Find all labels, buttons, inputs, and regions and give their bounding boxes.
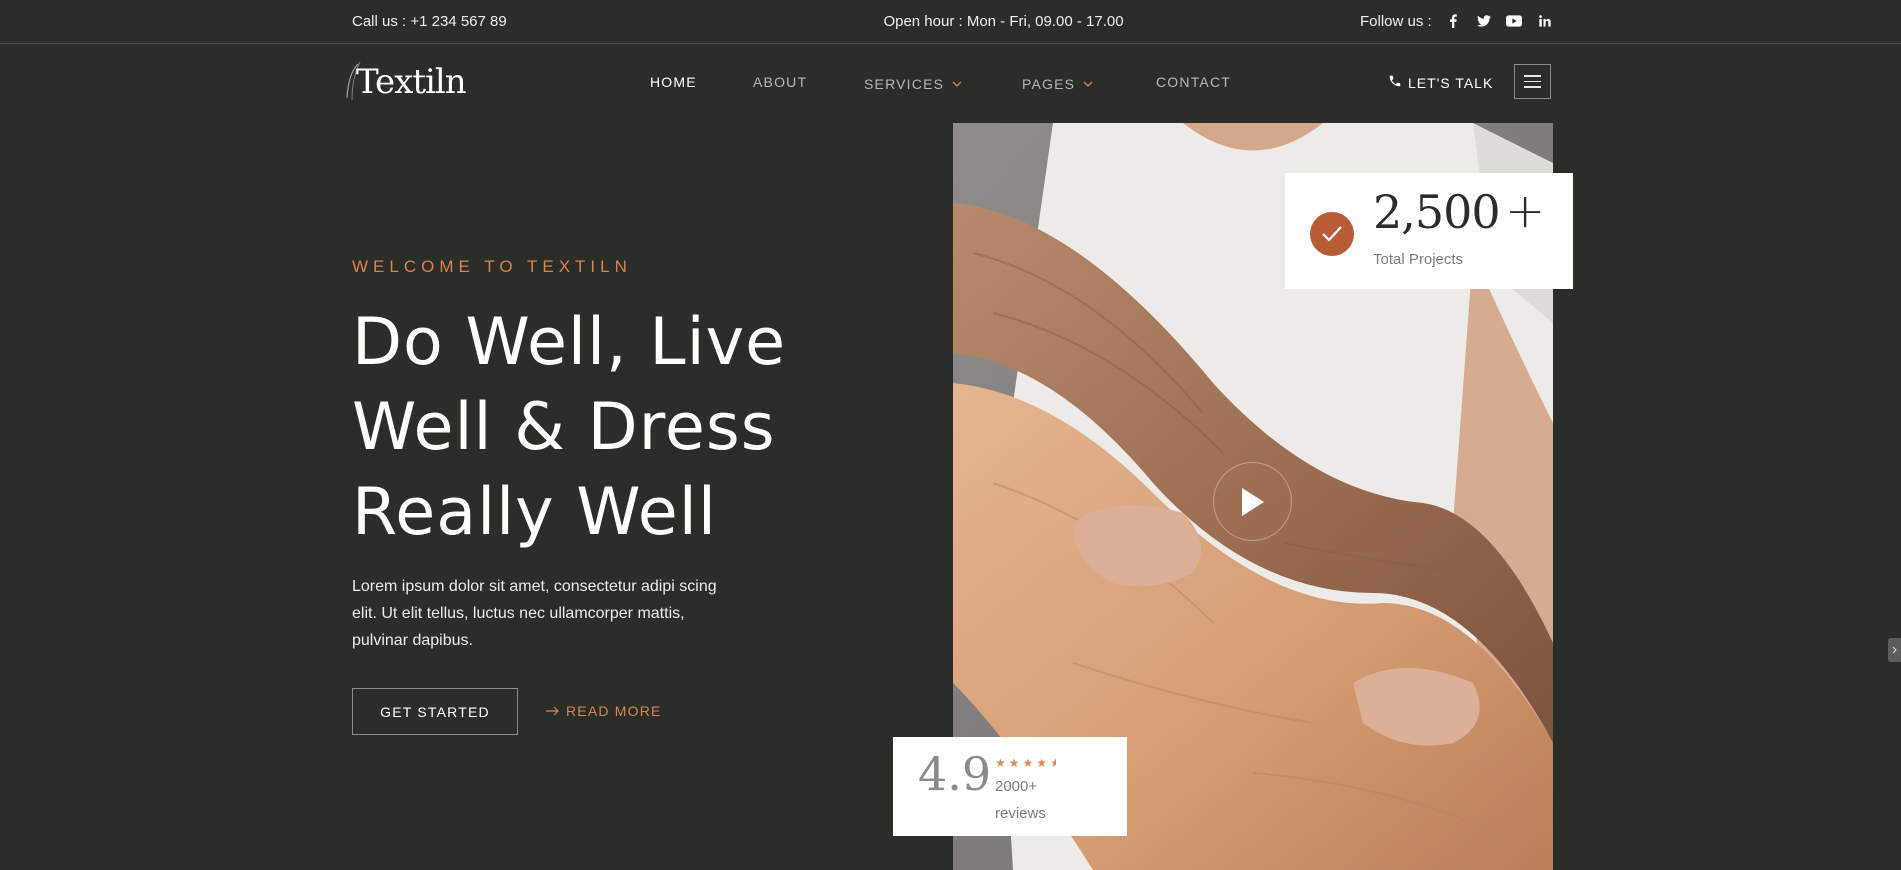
read-more-link[interactable]: READ MORE	[546, 703, 662, 719]
chevron-down-icon	[1083, 74, 1093, 90]
hero-description: Lorem ipsum dolor sit amet, consectetur …	[352, 578, 717, 649]
youtube-icon[interactable]	[1504, 11, 1524, 31]
rating-card: 4.9 ★★★★★ 2000+ reviews	[893, 737, 1127, 836]
linkedin-icon[interactable]	[1535, 11, 1555, 31]
twitter-icon[interactable]	[1474, 11, 1494, 31]
logo-text: Textiln	[356, 62, 467, 102]
menu-line	[1524, 86, 1541, 88]
hero-title-line: Well & Dress	[352, 390, 776, 465]
rating-value: 4.9	[918, 747, 992, 801]
hero-title-line: Really Well	[352, 475, 717, 550]
lets-talk-label: LET'S TALK	[1408, 74, 1494, 91]
menu-line	[1524, 80, 1541, 83]
hero-title-line: Do Well, Live	[352, 305, 787, 380]
check-icon	[1310, 212, 1354, 256]
nav-about[interactable]: ABOUT	[753, 74, 807, 90]
play-video-button[interactable]	[1213, 462, 1292, 541]
nav-contact[interactable]: CONTACT	[1156, 74, 1231, 90]
facebook-icon[interactable]	[1443, 11, 1463, 31]
lets-talk-button[interactable]: LET'S TALK	[1388, 74, 1493, 91]
arrow-right-icon	[546, 703, 560, 719]
hero-title: Do Well, Live Well & Dress Really Well	[352, 300, 852, 555]
hamburger-menu-button[interactable]	[1514, 64, 1551, 99]
stat-number: 2,500	[1373, 185, 1501, 239]
review-count-number: 2000+	[995, 778, 1038, 795]
nav-services[interactable]: SERVICES	[864, 74, 962, 92]
follow-label: Follow us :	[1360, 13, 1432, 30]
review-count-label: reviews	[995, 805, 1046, 822]
opening-hours: Open hour : Mon - Fri, 09.00 - 17.00	[883, 13, 1124, 30]
chevron-right-icon	[1892, 646, 1897, 654]
get-started-button[interactable]: GET STARTED	[352, 688, 518, 735]
nav-pages[interactable]: PAGES	[1022, 74, 1093, 92]
side-panel-toggle[interactable]	[1888, 638, 1901, 662]
review-count: 2000+ reviews	[995, 773, 1046, 827]
nav-services-label: SERVICES	[864, 76, 945, 92]
stats-card: 2,500 + Total Projects	[1285, 173, 1573, 289]
chevron-down-icon	[952, 74, 962, 90]
read-more-label: READ MORE	[566, 703, 662, 719]
play-icon	[1241, 487, 1264, 516]
nav-home[interactable]: HOME	[650, 74, 697, 90]
menu-line	[1524, 75, 1541, 77]
logo[interactable]: Textiln	[344, 60, 467, 104]
star-rating-icon: ★★★★★	[995, 756, 1056, 770]
stat-label: Total Projects	[1373, 251, 1464, 268]
nav-pages-label: PAGES	[1022, 76, 1076, 92]
hero-eyebrow: WELCOME TO TEXTILN	[352, 257, 632, 276]
phone-icon	[1388, 74, 1402, 91]
top-bar: Call us : +1 234 567 89 Open hour : Mon …	[0, 0, 1901, 44]
stat-plus: +	[1505, 183, 1546, 239]
